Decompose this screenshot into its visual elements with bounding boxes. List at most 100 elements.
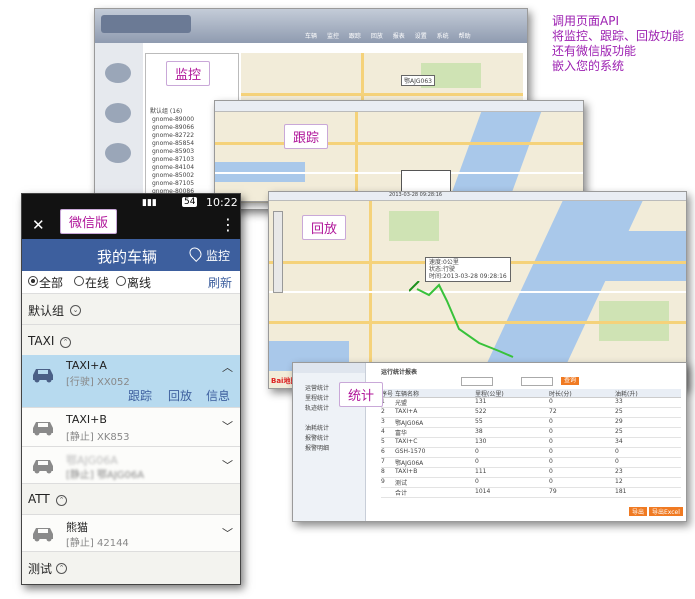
chevron-down-icon[interactable]: ﹀	[222, 457, 233, 473]
vehicle-item[interactable]: gnome-82722	[152, 132, 194, 140]
table-cell: 0	[475, 478, 479, 485]
monitor-pin-icon[interactable]	[187, 245, 204, 262]
more-menu-icon[interactable]: ⋮	[220, 215, 236, 234]
left-toolbar	[95, 43, 143, 209]
group-att[interactable]: ATT ⌃	[22, 484, 240, 515]
table-cell: TAXI+C	[395, 438, 418, 445]
tab-settings[interactable]: 设置	[415, 33, 427, 40]
popup-line: 时间:2013-03-28 09:28:16	[429, 273, 507, 280]
query-button[interactable]: 查询	[561, 377, 579, 385]
vehicle-item[interactable]: gnome-87105	[152, 180, 194, 188]
table-row: 合计 1014 79 181	[381, 488, 681, 498]
table-row: 9 测试 0 0 12	[381, 478, 681, 488]
table-cell: GSH-1570	[395, 448, 426, 455]
stats-sidebar-item[interactable]: 运营统计	[305, 383, 329, 392]
vehicle-name: 熊猫	[66, 521, 88, 534]
filter-all-label[interactable]: 全部	[39, 274, 63, 291]
stats-sidebar-item[interactable]: 报警统计	[305, 433, 329, 442]
toolbar-icon[interactable]	[105, 103, 131, 123]
group-test[interactable]: 测试 ⌃	[22, 552, 240, 584]
group-taxi[interactable]: TAXI ⌃	[22, 325, 240, 358]
stats-sidebar-item[interactable]: 里程统计	[305, 393, 329, 402]
vehicle-row[interactable]: TAXI+B [静止] XK853 ﹀	[22, 408, 240, 447]
date-input[interactable]	[461, 377, 493, 386]
chevron-up-icon[interactable]: ︿	[222, 359, 233, 375]
monitor-link[interactable]: 监控	[206, 247, 230, 264]
vehicle-item[interactable]: gnome-84104	[152, 164, 194, 172]
chevron-down-icon[interactable]: ﹀	[222, 525, 233, 541]
playback-popup: 速度:0公里 状态:行驶 时间:2013-03-28 09:28:16	[425, 257, 511, 282]
col-header: 时长(分)	[549, 391, 572, 398]
radio-all[interactable]	[28, 276, 38, 286]
intro-line: 将监控、跟踪、回放功能	[552, 29, 685, 43]
vehicle-item[interactable]: gnome-85903	[152, 148, 194, 156]
refresh-link[interactable]: 刷新	[208, 274, 232, 291]
track-window	[214, 100, 584, 202]
col-header: 里程(公里)	[475, 391, 504, 398]
zoom-slider[interactable]	[273, 211, 283, 293]
export-button[interactable]: 导出	[629, 507, 648, 516]
group-label: 测试	[28, 562, 53, 576]
table-cell: 23	[615, 468, 623, 475]
info-action[interactable]: 信息	[206, 387, 230, 404]
header-tabs: 车辆 监控 跟踪 回放 报表 设置 系统 帮助	[305, 31, 471, 40]
track-action[interactable]: 跟踪	[128, 387, 152, 404]
tab-help[interactable]: 帮助	[459, 33, 471, 40]
stats-sidebar-item[interactable]: 轨迹统计	[305, 403, 329, 412]
filter-online-label[interactable]: 在线	[85, 274, 109, 291]
stats-sidebar-item[interactable]: 油耗统计	[305, 423, 329, 432]
toolbar-icon[interactable]	[105, 63, 131, 83]
filter-offline-label[interactable]: 离线	[127, 274, 151, 291]
toolbar-icon[interactable]	[105, 143, 131, 163]
status-bar: ▮▮▮ 54 10:22	[22, 194, 240, 211]
table-cell: 0	[549, 468, 553, 475]
table-cell: 2	[381, 408, 385, 415]
popup-line: 状态:行驶	[429, 266, 456, 273]
tab-report[interactable]: 报表	[393, 33, 405, 40]
playback-titlebar: 2013-03-28 09:28:16	[269, 192, 686, 201]
tab-vehicle[interactable]: 车辆	[305, 33, 317, 40]
close-icon[interactable]: ✕	[32, 216, 45, 234]
vehicle-row[interactable]: TAXI+A [行驶] XX052 ︿ 跟踪 回放 信息	[22, 355, 240, 408]
vehicle-item[interactable]: gnome-85002	[152, 172, 194, 180]
stats-main: 运行统计报表 查询 序号 车辆名称 里程(公里) 时长(分) 油耗(升) 1光盟…	[367, 363, 686, 521]
table-cell: 12	[615, 478, 623, 485]
chevron-down-icon[interactable]: ﹀	[222, 418, 233, 434]
radio-offline[interactable]	[116, 276, 126, 286]
table-cell: 111	[475, 468, 487, 475]
table-cell: 4	[381, 428, 385, 435]
vehicle-item[interactable]: gnome-85854	[152, 140, 194, 148]
col-header: 车辆名称	[395, 391, 420, 398]
table-cell: 3	[381, 418, 385, 425]
stats-sidebar-item[interactable]: 报警明细	[305, 443, 329, 452]
table-cell: 79	[549, 488, 557, 495]
vehicle-item[interactable]: gnome-89000	[152, 116, 194, 124]
playback-action[interactable]: 回放	[168, 387, 192, 404]
vehicle-item[interactable]: gnome-87103	[152, 156, 194, 164]
vehicle-row[interactable]: 鄂AJG06A [静止] 鄂AJG06A ﹀	[22, 447, 240, 484]
table-cell: 5	[381, 438, 385, 445]
tab-system[interactable]: 系统	[437, 33, 449, 40]
table-cell: 1	[381, 398, 395, 407]
chevron-up-icon: ⌃	[60, 337, 71, 348]
page-title: 我的车辆	[97, 248, 158, 266]
vehicle-row[interactable]: 熊猫 [静止] 42144 ﹀	[22, 515, 240, 552]
group-label: TAXI	[28, 334, 55, 348]
tab-playback[interactable]: 回放	[371, 33, 383, 40]
table-cell: 0	[615, 458, 619, 465]
tab-track[interactable]: 跟踪	[349, 33, 361, 40]
vehicle-list: gnome-89000 gnome-89066 gnome-82722 gnom…	[152, 116, 194, 196]
table-row: 4 富华 38 0 25	[381, 428, 681, 438]
track-map[interactable]	[215, 112, 583, 201]
table-header: 序号 车辆名称 里程(公里) 时长(分) 油耗(升)	[381, 389, 681, 398]
export-excel-button[interactable]: 导出Excel	[649, 507, 683, 516]
tab-monitor[interactable]: 监控	[327, 33, 339, 40]
table-cell: 7	[381, 458, 385, 465]
vehicle-item[interactable]: gnome-89066	[152, 124, 194, 132]
table-cell: 1014	[475, 488, 491, 495]
table-cell: 0	[549, 458, 553, 465]
date-input[interactable]	[521, 377, 553, 386]
group-default[interactable]: 默认组 ⌄	[22, 294, 240, 325]
table-cell: 0	[549, 438, 553, 445]
radio-online[interactable]	[74, 276, 84, 286]
